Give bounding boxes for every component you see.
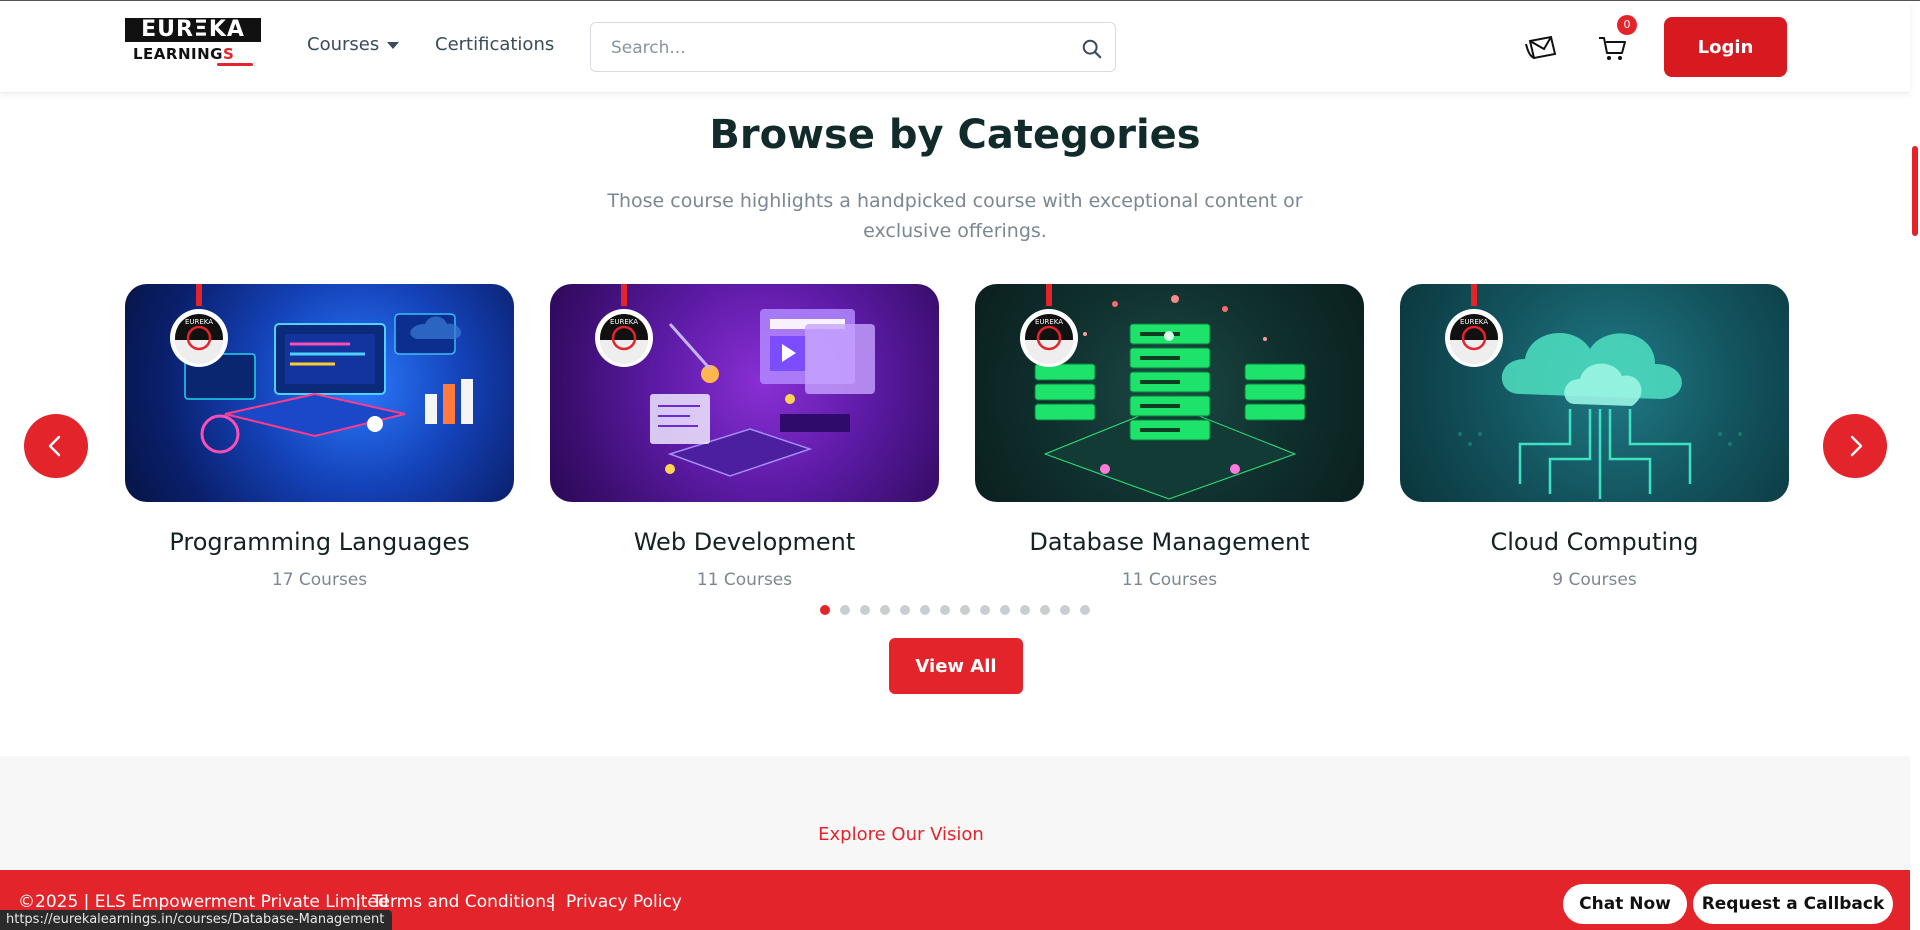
search-icon[interactable]: [1081, 38, 1103, 60]
category-name[interactable]: Database Management: [975, 528, 1364, 556]
category-name[interactable]: Cloud Computing: [1400, 528, 1789, 556]
logo-wordmark: EURΞKA: [125, 18, 261, 42]
section-subtitle: Those course highlights a handpicked cou…: [607, 190, 1303, 242]
logo-swoosh: [217, 63, 253, 66]
category-card-programming-languages[interactable]: EUREKA Programming Languages 17 Courses: [125, 284, 514, 590]
browser-status-url: https://eurekalearnings.in/courses/Datab…: [0, 910, 393, 930]
carousel-dot[interactable]: [1020, 605, 1030, 615]
search-input[interactable]: [611, 35, 1051, 61]
carousel-dot[interactable]: [860, 605, 870, 615]
section-title: Browse by Categories: [709, 112, 1201, 158]
carousel-pagination: [0, 605, 1910, 615]
carousel-dot[interactable]: [980, 605, 990, 615]
chevron-left-icon: [48, 435, 61, 457]
eureka-medal-icon: EUREKA: [170, 284, 228, 367]
carousel-dot[interactable]: [920, 605, 930, 615]
search-box: [590, 22, 1116, 72]
explore-vision-heading: Explore Our Vision: [818, 824, 984, 845]
carousel-dot[interactable]: [880, 605, 890, 615]
eureka-logo[interactable]: EURΞKA LEARNINGS: [125, 18, 261, 66]
carousel-dot[interactable]: [1000, 605, 1010, 615]
category-course-count: 17 Courses: [271, 570, 368, 590]
nav-courses-label: Courses: [307, 34, 380, 55]
terms-link[interactable]: Terms and Conditions: [372, 892, 555, 912]
eureka-medal-icon: EUREKA: [1445, 284, 1503, 367]
category-name[interactable]: Programming Languages: [125, 528, 514, 556]
svg-text:EUREKA: EUREKA: [1460, 318, 1488, 326]
carousel-prev-button[interactable]: [24, 414, 88, 478]
carousel-dot[interactable]: [1040, 605, 1050, 615]
chevron-right-icon: [1850, 435, 1863, 457]
category-name[interactable]: Web Development: [550, 528, 939, 556]
svg-text:EUREKA: EUREKA: [1035, 318, 1063, 326]
privacy-link[interactable]: Privacy Policy: [566, 892, 682, 912]
footer-separator: |: [355, 892, 361, 912]
footer-copyright: ©2025 | ELS Empowerment Private Limited: [18, 892, 389, 912]
chat-now-button[interactable]: Chat Now: [1563, 884, 1687, 924]
carousel-dot[interactable]: [1060, 605, 1070, 615]
svg-text:EUREKA: EUREKA: [185, 318, 213, 326]
category-course-count: 9 Courses: [1552, 570, 1637, 590]
category-card-database-management[interactable]: EUREKA Database Management 11 Courses: [975, 284, 1364, 590]
scroll-indicator[interactable]: [1912, 146, 1918, 236]
eureka-medal-icon: EUREKA: [1020, 284, 1078, 367]
carousel-dot[interactable]: [960, 605, 970, 615]
mail-icon[interactable]: [1524, 32, 1558, 62]
carousel-dot[interactable]: [840, 605, 850, 615]
view-all-button[interactable]: View All: [889, 638, 1023, 694]
category-image-cloud[interactable]: EUREKA: [1400, 284, 1789, 502]
category-card-web-development[interactable]: EUREKA Web Development 11 Courses: [550, 284, 939, 590]
caret-down-icon: [387, 41, 400, 49]
carousel-dot[interactable]: [900, 605, 910, 615]
carousel-dot[interactable]: [820, 605, 830, 615]
category-image-web[interactable]: EUREKA: [550, 284, 939, 502]
nav-certifications-link[interactable]: Certifications: [435, 34, 554, 55]
carousel-dot[interactable]: [940, 605, 950, 615]
site-header: EURΞKA LEARNINGS Courses Certifications …: [0, 1, 1910, 93]
svg-text:EUREKA: EUREKA: [610, 318, 638, 326]
cart-icon[interactable]: [1597, 33, 1627, 63]
cart-count-badge: 0: [1617, 15, 1637, 35]
request-callback-button[interactable]: Request a Callback: [1693, 884, 1893, 924]
login-button[interactable]: Login: [1664, 17, 1787, 77]
nav-courses-dropdown[interactable]: Courses: [307, 34, 400, 55]
eureka-medal-icon: EUREKA: [595, 284, 653, 367]
footer-separator: |: [550, 892, 556, 912]
category-course-count: 11 Courses: [696, 570, 793, 590]
category-course-count: 11 Courses: [1121, 570, 1218, 590]
logo-subtitle: LEARNINGS: [133, 45, 235, 63]
category-card-cloud-computing[interactable]: EUREKA Cloud Computing 9 Courses: [1400, 284, 1789, 590]
carousel-dot[interactable]: [1080, 605, 1090, 615]
category-image-programming[interactable]: EUREKA: [125, 284, 514, 502]
category-image-database[interactable]: EUREKA: [975, 284, 1364, 502]
carousel-next-button[interactable]: [1823, 414, 1887, 478]
